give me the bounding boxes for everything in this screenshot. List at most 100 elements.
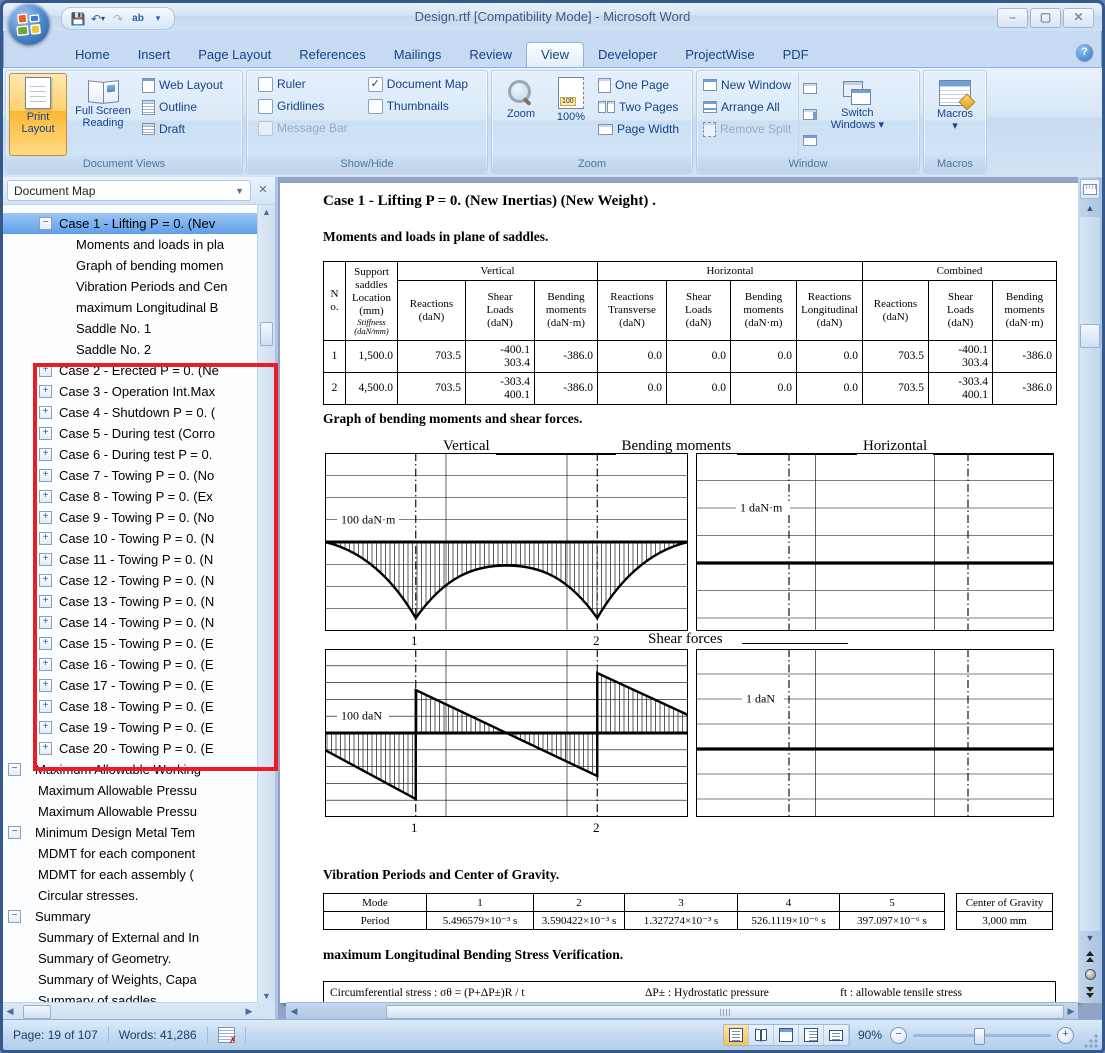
document-map-close-icon[interactable]: ✕ [255, 183, 271, 199]
minus-toggle-icon[interactable]: − [39, 217, 52, 230]
zoom-slider-thumb[interactable] [974, 1028, 985, 1045]
docmap-item[interactable]: −Summary [3, 906, 258, 927]
scroll-left-icon[interactable]: ◀ [3, 1006, 17, 1017]
docmap-item[interactable]: Saddle No. 1 [3, 318, 258, 339]
tab-pdf[interactable]: PDF [769, 43, 823, 67]
redo-icon[interactable]: ↷ [110, 11, 126, 27]
help-icon[interactable]: ? [1076, 44, 1093, 61]
docmap-item[interactable]: Maximum Allowable Pressu [3, 780, 258, 801]
tab-insert[interactable]: Insert [124, 43, 185, 67]
docmap-item[interactable]: Summary of Weights, Capa [3, 969, 258, 990]
document-map-hscroll-thumb[interactable] [23, 1005, 51, 1019]
print-layout-view-button[interactable] [724, 1025, 749, 1045]
select-browse-object-button[interactable] [1085, 969, 1096, 980]
maximize-button[interactable]: ▢ [1030, 8, 1061, 28]
customize-qat-icon[interactable]: ▾ [150, 11, 166, 27]
zoom-100-button[interactable]: 100% [547, 73, 595, 156]
full-screen-reading-view-button[interactable] [749, 1025, 774, 1045]
document-vertical-scrollbar[interactable]: ▲ ▼ [1078, 177, 1102, 1003]
reset-window-position-icon[interactable] [803, 135, 817, 146]
scroll-up-icon[interactable]: ▲ [1078, 201, 1102, 217]
proofing-status-icon[interactable] [218, 1027, 235, 1043]
docmap-item[interactable]: Circular stresses. [3, 885, 258, 906]
scroll-right-icon[interactable]: ▶ [1064, 1006, 1078, 1017]
docmap-item[interactable]: Vibration Periods and Cen [3, 276, 258, 297]
resize-grip[interactable] [1082, 1034, 1098, 1050]
view-side-by-side-icon[interactable] [803, 83, 817, 94]
tab-references[interactable]: References [285, 43, 379, 67]
docmap-item[interactable]: MDMT for each component [3, 843, 258, 864]
save-icon[interactable]: 💾 [70, 11, 86, 27]
zoom-out-icon[interactable]: − [890, 1027, 907, 1044]
ruler-toggle-button[interactable] [1080, 179, 1100, 199]
message-bar-checkbox[interactable]: Message Bar [255, 117, 351, 139]
arrange-all-button[interactable]: Arrange All [700, 96, 794, 118]
tab-projectwise[interactable]: ProjectWise [671, 43, 768, 67]
docmap-item[interactable]: Summary of Geometry. [3, 948, 258, 969]
close-button[interactable]: ✕ [1063, 8, 1094, 28]
tab-home[interactable]: Home [61, 43, 124, 67]
macros-button[interactable]: Macros ▾ [927, 73, 983, 156]
autocorrect-icon[interactable]: ab [130, 11, 146, 27]
gridlines-checkbox[interactable]: Gridlines [255, 95, 351, 117]
synchronous-scrolling-icon[interactable] [803, 109, 817, 120]
zoom-slider[interactable] [913, 1034, 1051, 1037]
docmap-item[interactable]: maximum Longitudinal B [3, 297, 258, 318]
minus-toggle-icon[interactable]: − [8, 763, 21, 776]
tab-view[interactable]: View [526, 42, 584, 67]
scroll-down-icon[interactable]: ▼ [258, 991, 275, 1001]
full-screen-reading-button[interactable]: Full Screen Reading [67, 73, 139, 156]
outline-button[interactable]: Outline [139, 96, 226, 118]
ruler-checkbox[interactable]: Ruler [255, 73, 351, 95]
web-layout-button[interactable]: Web Layout [139, 74, 226, 96]
document-page[interactable]: Case 1 - Lifting P = 0. (New Inertias) (… [280, 183, 1078, 1003]
word-count[interactable]: Words: 41,286 [109, 1028, 207, 1042]
docmap-item[interactable]: −Case 1 - Lifting P = 0. (Nev [3, 213, 258, 234]
minus-toggle-icon[interactable]: − [8, 826, 21, 839]
thumbnails-checkbox[interactable]: Thumbnails [365, 95, 471, 117]
zoom-level[interactable]: 90% [850, 1028, 890, 1042]
document-map-scroll-thumb[interactable] [260, 322, 273, 346]
tab-page-layout[interactable]: Page Layout [184, 43, 285, 67]
print-layout-button[interactable]: Print Layout [9, 73, 67, 156]
docmap-item[interactable]: MDMT for each assembly ( [3, 864, 258, 885]
document-map-selector[interactable]: Document Map ▼ [7, 180, 251, 201]
scroll-right-icon[interactable]: ▶ [242, 1006, 256, 1017]
switch-windows-button[interactable]: Switch Windows ▾ [821, 73, 893, 156]
document-hscroll-thumb[interactable] [386, 1005, 1064, 1019]
remove-split-button[interactable]: Remove Split [700, 118, 794, 140]
scroll-left-icon[interactable]: ◀ [286, 1006, 302, 1017]
document-horizontal-scrollbar[interactable]: ◀ ▶ [286, 1002, 1078, 1020]
docmap-item[interactable]: Summary of External and In [3, 927, 258, 948]
docmap-item[interactable]: Saddle No. 2 [3, 339, 258, 360]
outline-view-button[interactable] [799, 1025, 824, 1045]
docmap-item[interactable]: Maximum Allowable Pressu [3, 801, 258, 822]
scroll-track[interactable] [1080, 217, 1100, 931]
tab-developer[interactable]: Developer [584, 43, 671, 67]
new-window-button[interactable]: New Window [700, 74, 794, 96]
zoom-button[interactable]: Zoom [495, 73, 547, 156]
document-map-horizontal-scrollbar[interactable]: ◀ ▶ [3, 1002, 258, 1020]
tab-review[interactable]: Review [455, 43, 526, 67]
two-pages-button[interactable]: Two Pages [595, 96, 682, 118]
page-indicator[interactable]: Page: 19 of 107 [3, 1028, 108, 1042]
document-scroll-thumb[interactable] [1080, 324, 1100, 348]
web-layout-view-button[interactable] [774, 1025, 799, 1045]
zoom-in-icon[interactable]: + [1057, 1027, 1074, 1044]
docmap-item[interactable]: −Minimum Design Metal Tem [3, 822, 258, 843]
draft-view-button[interactable] [824, 1025, 849, 1045]
scroll-down-icon[interactable]: ▼ [1078, 931, 1102, 947]
docmap-item[interactable]: Moments and loads in pla [3, 234, 258, 255]
minimize-button[interactable]: – [997, 8, 1028, 28]
undo-icon[interactable]: ↶▾ [90, 11, 106, 27]
office-button[interactable] [8, 3, 50, 45]
page-width-button[interactable]: Page Width [595, 118, 682, 140]
docmap-item[interactable]: Graph of bending momen [3, 255, 258, 276]
scroll-up-icon[interactable]: ▲ [258, 207, 275, 217]
minus-toggle-icon[interactable]: − [8, 910, 21, 923]
next-page-button[interactable] [1086, 987, 1094, 998]
one-page-button[interactable]: One Page [595, 74, 682, 96]
draft-button[interactable]: Draft [139, 118, 226, 140]
previous-page-button[interactable] [1086, 951, 1094, 962]
document-map-checkbox[interactable]: ✓ Document Map [365, 73, 471, 95]
